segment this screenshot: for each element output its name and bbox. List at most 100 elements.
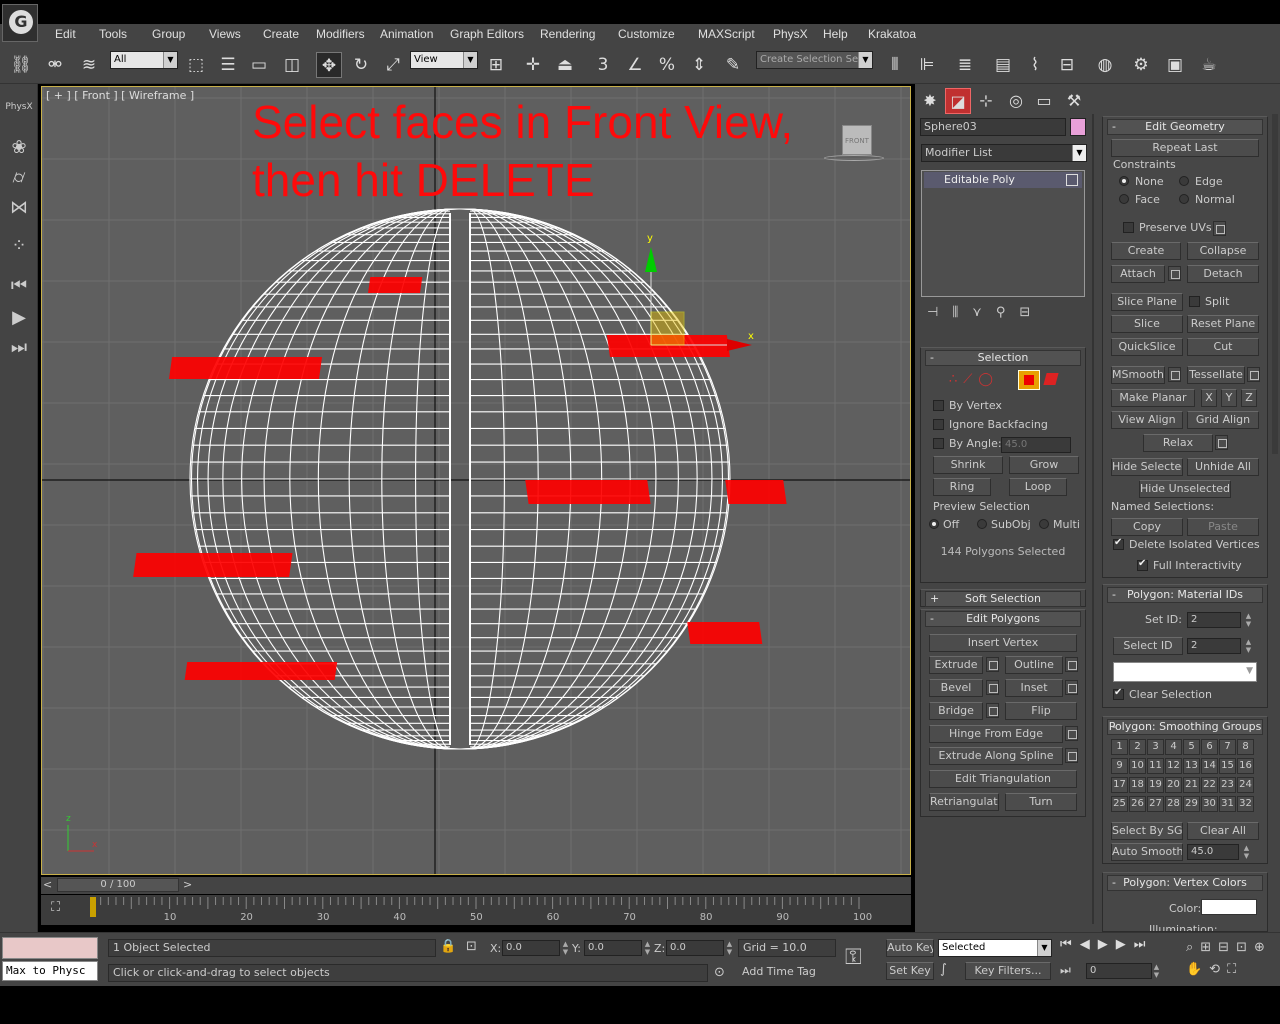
hide-selected-button[interactable]: Hide Selected bbox=[1111, 458, 1183, 476]
menu-edit[interactable]: Edit bbox=[55, 27, 76, 41]
viewport-navigation-controls[interactable]: ⌕⊞⊟⊡⊕✋⟲⛶ bbox=[1186, 937, 1278, 981]
polygon-subobject-icon[interactable] bbox=[1018, 370, 1040, 390]
manipulate-icon[interactable]: ✛ bbox=[520, 52, 546, 78]
select-by-sg-button[interactable]: Select By SG bbox=[1111, 822, 1183, 840]
hierarchy-tab-icon[interactable]: ⊹ bbox=[973, 88, 999, 114]
menu-maxscript[interactable]: MAXScript bbox=[698, 27, 755, 41]
extrude-button[interactable]: Extrude bbox=[929, 656, 983, 674]
select-id-button[interactable]: Select ID bbox=[1113, 637, 1183, 655]
smoothing-group-25-button[interactable]: 25 bbox=[1111, 796, 1128, 812]
z-coordinate-field[interactable]: 0.0 bbox=[666, 940, 724, 956]
constraint-edge-radio[interactable] bbox=[1179, 176, 1189, 186]
copy-button[interactable]: Copy bbox=[1111, 518, 1183, 536]
smoothing-group-21-button[interactable]: 21 bbox=[1183, 777, 1200, 793]
smoothing-group-19-button[interactable]: 19 bbox=[1147, 777, 1164, 793]
render-setup-icon[interactable]: ⚙ bbox=[1128, 52, 1154, 78]
grid-align-button[interactable]: Grid Align bbox=[1187, 411, 1259, 429]
pivot-icon[interactable]: ⊞ bbox=[483, 52, 509, 78]
msmooth-settings-button[interactable] bbox=[1168, 367, 1181, 382]
auto-smooth-value[interactable]: 45.0 bbox=[1187, 844, 1239, 860]
bind-space-warp-icon[interactable]: ≋ bbox=[76, 52, 102, 78]
reset-plane-button[interactable]: Reset Plane bbox=[1187, 315, 1259, 333]
preview-off-radio[interactable] bbox=[929, 519, 939, 529]
inset-button[interactable]: Inset bbox=[1005, 679, 1063, 697]
smoothing-group-1-button[interactable]: 1 bbox=[1111, 739, 1128, 755]
menu-animation[interactable]: Animation bbox=[380, 27, 433, 41]
window-crossing-icon[interactable]: ◫ bbox=[279, 52, 305, 78]
menu-physx[interactable]: PhysX bbox=[773, 27, 808, 41]
smoothing-group-18-button[interactable]: 18 bbox=[1129, 777, 1146, 793]
cut-button[interactable]: Cut bbox=[1187, 338, 1259, 356]
msmooth-button[interactable]: MSmooth bbox=[1111, 366, 1165, 384]
hide-unselected-button[interactable]: Hide Unselected bbox=[1139, 480, 1231, 498]
dots-icon[interactable]: ⁘ bbox=[4, 232, 34, 260]
select-by-name-icon[interactable]: ☰ bbox=[215, 52, 241, 78]
bridge-button[interactable]: Bridge bbox=[929, 702, 983, 720]
edit-geometry-header[interactable]: - Edit Geometry bbox=[1107, 119, 1263, 135]
view-align-button[interactable]: View Align bbox=[1111, 411, 1183, 429]
set-key-button[interactable]: Set Key bbox=[886, 962, 934, 980]
smoothing-group-28-button[interactable]: 28 bbox=[1165, 796, 1182, 812]
create-button[interactable]: Create bbox=[1111, 242, 1181, 260]
smoothing-group-20-button[interactable]: 20 bbox=[1165, 777, 1182, 793]
smoothing-group-22-button[interactable]: 22 bbox=[1201, 777, 1218, 793]
smoothing-group-7-button[interactable]: 7 bbox=[1219, 739, 1236, 755]
clear-all-button[interactable]: Clear All bbox=[1187, 822, 1259, 840]
front-viewport[interactable]: y x z x [ + ] [ Front ] [ Wireframe ] Selec… bbox=[41, 86, 911, 875]
split-checkbox[interactable] bbox=[1189, 296, 1200, 307]
constraint-icon[interactable]: ⋈ bbox=[4, 194, 34, 222]
rotate-icon[interactable]: ↻ bbox=[348, 52, 374, 78]
material-name-dropdown[interactable]: ▼ bbox=[1113, 662, 1257, 682]
loop-button[interactable]: Loop bbox=[1009, 478, 1067, 496]
attach-button[interactable]: Attach bbox=[1111, 265, 1165, 283]
clear-selection-checkbox[interactable] bbox=[1113, 687, 1124, 700]
rect-region-icon[interactable]: ▭ bbox=[246, 52, 272, 78]
menu-views[interactable]: Views bbox=[209, 27, 241, 41]
hinge-from-edge-button[interactable]: Hinge From Edge bbox=[929, 725, 1063, 743]
smoothing-group-8-button[interactable]: 8 bbox=[1237, 739, 1254, 755]
shrink-button[interactable]: Shrink bbox=[933, 456, 1003, 474]
smoothing-group-9-button[interactable]: 9 bbox=[1111, 758, 1128, 774]
hinge-settings-button[interactable] bbox=[1065, 726, 1078, 741]
select-object-icon[interactable]: ⬚ bbox=[183, 52, 209, 78]
lock-icon[interactable]: 🔒 bbox=[440, 939, 456, 957]
set-id-spinner[interactable]: ▲ ▼ bbox=[1244, 612, 1253, 628]
scale-icon[interactable]: ⤢ bbox=[380, 52, 406, 78]
quickslice-button[interactable]: QuickSlice bbox=[1111, 338, 1183, 356]
constraint-face-radio[interactable] bbox=[1119, 194, 1129, 204]
modifier-stack[interactable]: Editable Poly bbox=[921, 170, 1085, 297]
planar-y-button[interactable]: Y bbox=[1221, 389, 1237, 407]
render-frame-icon[interactable]: ▣ bbox=[1162, 52, 1188, 78]
application-button[interactable]: G bbox=[2, 4, 38, 42]
by-angle-checkbox[interactable] bbox=[933, 438, 944, 449]
smoothing-group-4-button[interactable]: 4 bbox=[1165, 739, 1182, 755]
make-planar-button[interactable]: Make Planar bbox=[1111, 389, 1195, 407]
smoothing-group-6-button[interactable]: 6 bbox=[1201, 739, 1218, 755]
move-icon[interactable]: ✥ bbox=[316, 52, 342, 78]
auto-key-button[interactable]: Auto Key bbox=[886, 939, 934, 957]
time-slider-thumb[interactable]: 0 / 100 bbox=[57, 878, 179, 892]
link-icon[interactable]: ⛓ bbox=[8, 52, 34, 78]
insert-vertex-button[interactable]: Insert Vertex bbox=[929, 634, 1077, 652]
key-mode-toggle-icon[interactable]: ⏭ bbox=[1060, 963, 1080, 981]
smoothing-groups-header[interactable]: - Polygon: Smoothing Groups bbox=[1107, 719, 1263, 735]
menu-group[interactable]: Group bbox=[152, 27, 185, 41]
preserve-uvs-settings-button[interactable] bbox=[1213, 221, 1226, 236]
y-coordinate-field[interactable]: 0.0 bbox=[584, 940, 642, 956]
unlink-icon[interactable]: ⚮ bbox=[42, 52, 68, 78]
set-id-field[interactable]: 2 bbox=[1187, 612, 1241, 628]
smoothing-group-15-button[interactable]: 15 bbox=[1219, 758, 1236, 774]
smoothing-group-30-button[interactable]: 30 bbox=[1201, 796, 1218, 812]
named-selection-dropdown[interactable]: Create Selection Se ▼ bbox=[756, 51, 873, 69]
rewind-icon[interactable]: ⏮ bbox=[4, 272, 34, 300]
key-tangent-icon[interactable]: ∫ bbox=[940, 962, 960, 980]
go-end-icon[interactable]: ⏭ bbox=[4, 334, 34, 362]
render-icon[interactable]: ☕ bbox=[1196, 52, 1222, 78]
repeat-last-button[interactable]: Repeat Last bbox=[1111, 139, 1259, 157]
curve-editor-icon[interactable]: ⌇ bbox=[1022, 52, 1048, 78]
modifier-list-dropdown[interactable]: Modifier List ▼ bbox=[921, 144, 1087, 162]
smoothing-group-3-button[interactable]: 3 bbox=[1147, 739, 1164, 755]
key-filters-button[interactable]: Key Filters... bbox=[965, 962, 1051, 980]
slice-button[interactable]: Slice bbox=[1111, 315, 1183, 333]
modify-tab-icon[interactable]: ◪ bbox=[945, 88, 971, 114]
